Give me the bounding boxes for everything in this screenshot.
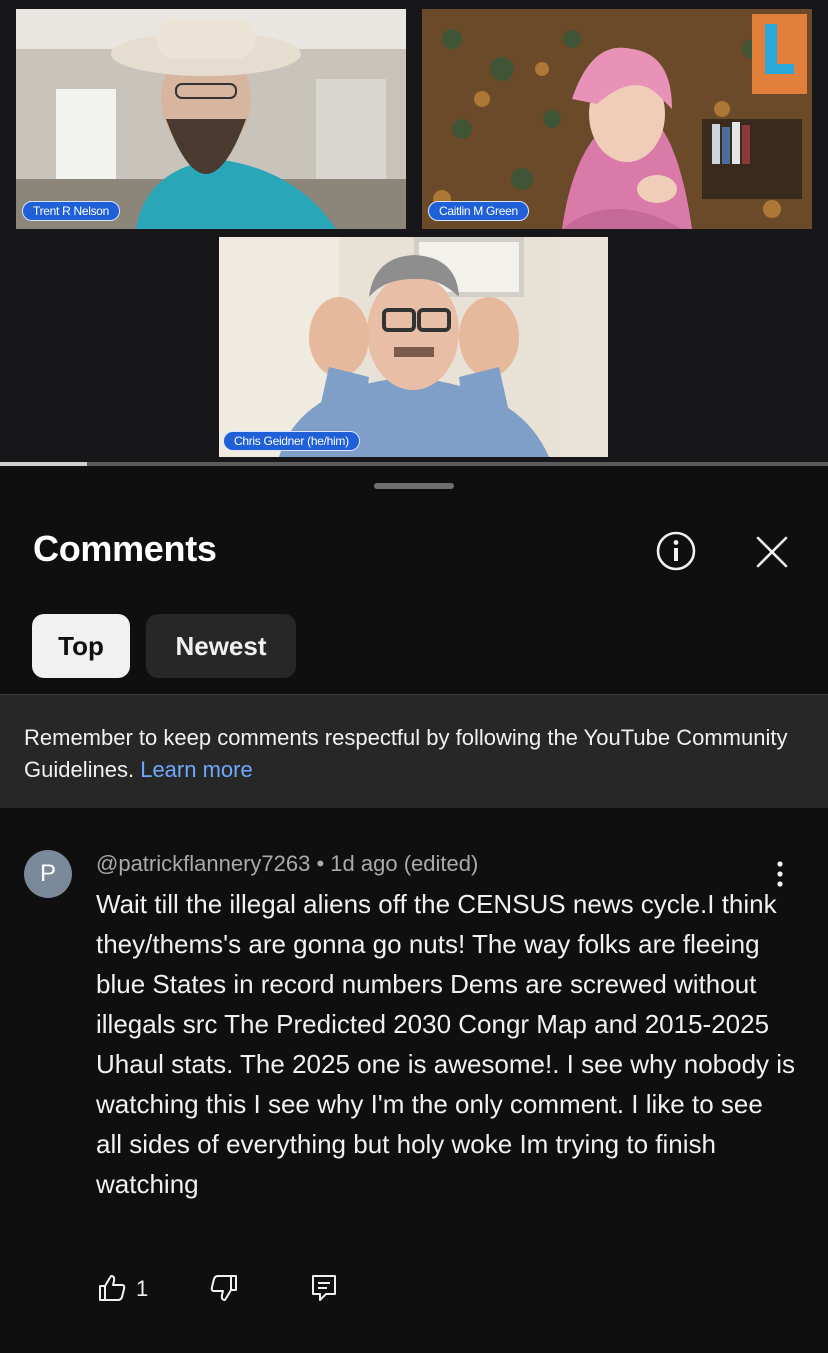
participant-video-2 <box>422 9 812 229</box>
like-button[interactable] <box>96 1272 128 1309</box>
participant-tile-1: Trent R Nelson <box>16 9 406 229</box>
close-button[interactable] <box>752 532 792 572</box>
video-player[interactable]: Trent R Nelson Caitlin M Green Chris Gei… <box>0 0 828 463</box>
community-guidelines-banner: Remember to keep comments respectful by … <box>0 694 828 808</box>
comment-text: Wait till the illegal aliens off the CEN… <box>96 889 796 1199</box>
drag-handle[interactable] <box>374 483 454 489</box>
comment-time: 1d ago (edited) <box>330 851 479 876</box>
comments-panel: Comments Top Newest Remember to keep com… <box>0 466 828 1353</box>
reply-button[interactable] <box>308 1272 340 1309</box>
reply-icon <box>312 1275 336 1301</box>
comment-actions: 1 <box>96 1272 396 1312</box>
participant-video-1 <box>16 9 406 229</box>
participant-video-3 <box>219 237 608 457</box>
guidelines-text: Remember to keep comments respectful by … <box>24 725 788 782</box>
learn-more-link[interactable]: Learn more <box>140 757 253 782</box>
info-button[interactable] <box>655 530 697 572</box>
participant-nametag: Caitlin M Green <box>428 201 529 221</box>
participant-tile-2: Caitlin M Green <box>422 9 812 229</box>
avatar[interactable]: P <box>24 850 72 898</box>
sort-chip-newest[interactable]: Newest <box>146 614 296 678</box>
comment-meta: @patrickflannery7263 • 1d ago (edited) <box>96 851 478 877</box>
thumbs-down-icon <box>210 1275 237 1301</box>
participant-nametag: Chris Geidner (he/him) <box>223 431 360 451</box>
close-icon <box>756 536 788 568</box>
dislike-button[interactable] <box>208 1272 240 1309</box>
participant-tile-3: Chris Geidner (he/him) <box>219 237 608 457</box>
sort-chip-top[interactable]: Top <box>32 614 130 678</box>
info-icon <box>656 531 696 571</box>
meta-separator: • <box>316 851 325 876</box>
comment-author[interactable]: @patrickflannery7263 <box>96 851 310 876</box>
like-count: 1 <box>136 1276 149 1301</box>
participant-nametag: Trent R Nelson <box>22 201 121 221</box>
panel-title: Comments <box>33 528 217 569</box>
thumbs-up-icon <box>99 1275 126 1301</box>
